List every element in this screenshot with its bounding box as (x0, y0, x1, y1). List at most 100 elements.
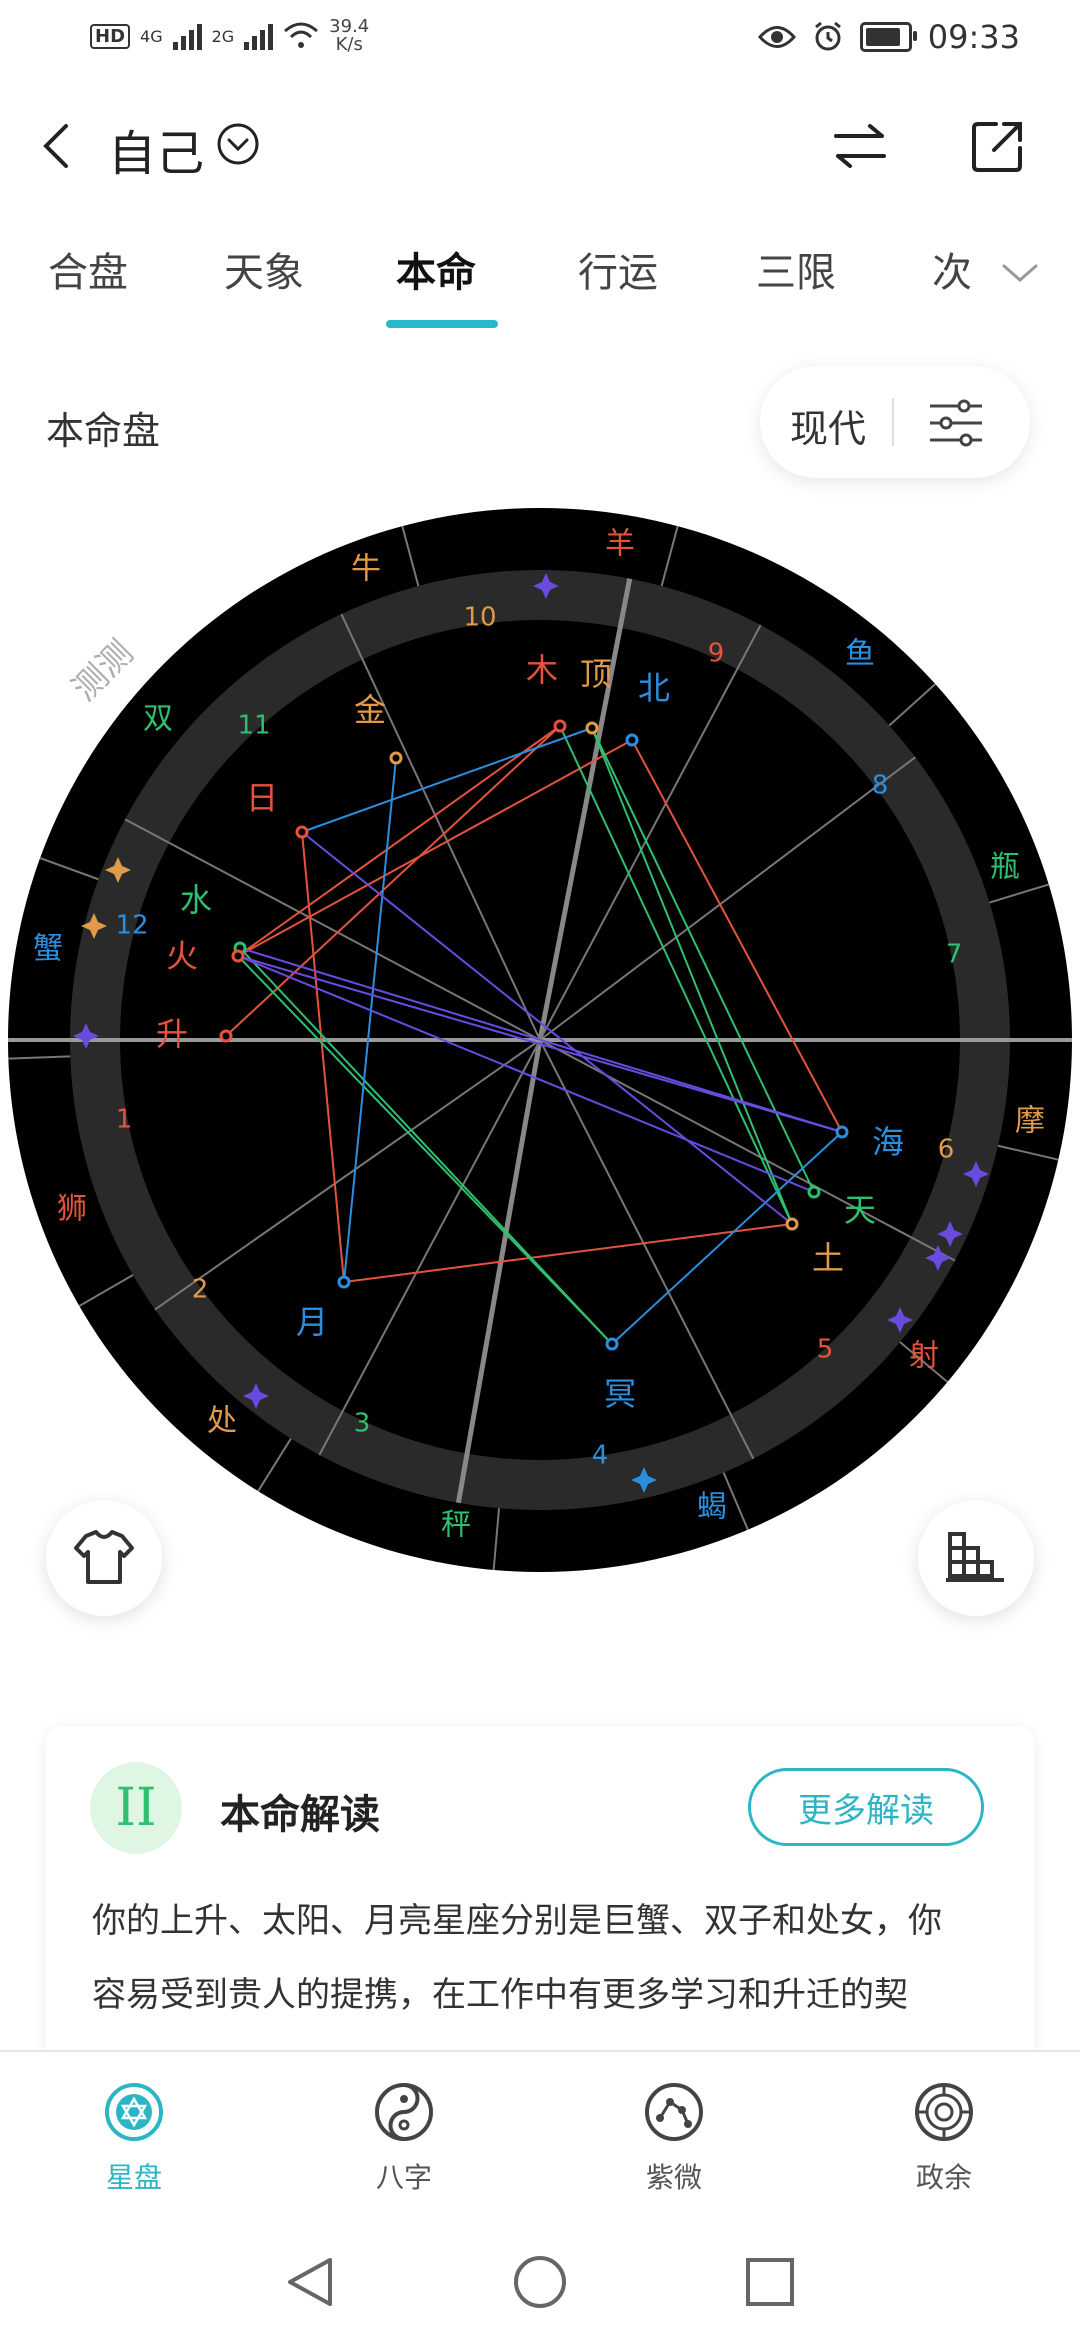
planet-marker (807, 1185, 821, 1199)
interpretation-line-2: 容易受到贵人的提携，在工作中有更多学习和升迁的契 (92, 1975, 908, 2015)
bottom-navigation: 星盘 八字 紫微 政余 (0, 2050, 1080, 2232)
planet-label: 土 (812, 1239, 844, 1277)
nav-bazi[interactable]: 八字 (334, 2082, 474, 2196)
divider (892, 398, 894, 446)
house-number: 6 (938, 1135, 955, 1165)
house-number: 8 (872, 771, 889, 801)
house-number: 4 (592, 1441, 609, 1471)
interpretation-line-1: 你的上升、太阳、月亮星座分别是巨蟹、双子和处女，你 (92, 1901, 942, 1941)
natal-chart-wheel[interactable]: 羊鱼瓶摩射蝎秤处狮蟹双牛123456789101112测测木顶北金日水火升海天土… (0, 500, 1080, 1580)
status-right: 09:33 (757, 18, 1020, 56)
hd-badge: HD (90, 23, 131, 49)
signal-icon (172, 22, 202, 50)
status-bar: HD 4G 2G 39.4 K/s 09:33 (0, 0, 1080, 80)
zodiac-sign-label: 鱼 (845, 637, 875, 672)
tab-ci[interactable]: 次 (932, 240, 972, 298)
house-number: 10 (463, 603, 496, 633)
system-home-icon[interactable] (514, 2256, 566, 2308)
zodiac-sign-label: 蟹 (33, 932, 63, 967)
planet-label: 月 (296, 1303, 328, 1341)
tab-hepan[interactable]: 合盘 (48, 240, 128, 298)
zodiac-sign-label: 羊 (605, 527, 635, 562)
house-number: 5 (817, 1335, 834, 1365)
yin-yang-icon (375, 2083, 433, 2141)
planet-marker (785, 1217, 799, 1231)
tab-tianxiang[interactable]: 天象 (224, 240, 304, 298)
planet-marker (625, 733, 639, 747)
settings-sliders-icon[interactable] (928, 398, 984, 448)
network-speed: 39.4 K/s (329, 18, 369, 54)
wifi-icon (284, 22, 319, 48)
alarm-icon (814, 21, 841, 51)
zodiac-sign-label: 蝎 (697, 1490, 727, 1525)
swap-icon[interactable] (830, 122, 890, 170)
share-icon[interactable] (968, 116, 1028, 176)
zodiac-sign-label: 摩 (1015, 1104, 1045, 1139)
planet-marker (295, 825, 309, 839)
nav-label-zhengyu: 政余 (915, 2161, 972, 2194)
nav-label-bazi: 八字 (375, 2161, 432, 2194)
planet-label: 木 (526, 651, 558, 689)
zodiac-sign-label: 处 (207, 1404, 237, 1439)
chevron-down-icon[interactable] (216, 122, 260, 166)
mode-label[interactable]: 现代 (790, 398, 866, 453)
planet-label: 金 (354, 691, 386, 729)
theme-button[interactable] (46, 1500, 162, 1616)
zodiac-sign-label: 双 (143, 702, 173, 737)
system-back-icon[interactable] (288, 2258, 332, 2306)
star-chart-icon (105, 2083, 163, 2141)
active-tab-indicator (386, 320, 498, 328)
tab-sanxian[interactable]: 三限 (756, 240, 836, 298)
signal-icon-2 (244, 22, 274, 50)
profile-title[interactable]: 自己 (108, 114, 204, 184)
planet-marker (389, 751, 403, 765)
planet-marker (231, 949, 245, 963)
house-number: 9 (708, 639, 725, 669)
system-recents-icon[interactable] (746, 2258, 794, 2306)
grid-steps-icon (946, 1532, 1004, 1582)
nav-label-star-chart: 星盘 (105, 2161, 162, 2194)
signal-label-2: 2G (211, 26, 235, 46)
planet-marker (219, 1029, 233, 1043)
system-navigation-bar (0, 2230, 1080, 2340)
zodiac-sign-label: 秤 (441, 1508, 471, 1543)
house-number: 3 (354, 1409, 371, 1439)
speed-unit: K/s (335, 34, 363, 55)
zodiac-sign-label: 狮 (57, 1192, 87, 1227)
nav-label-ziwei: 紫微 (645, 2161, 702, 2194)
section-title: 本命盘 (46, 409, 161, 453)
shirt-icon (74, 1530, 134, 1584)
house-number: 7 (946, 940, 963, 970)
more-interpretation-button[interactable]: 更多解读 (748, 1768, 984, 1846)
battery-icon (859, 22, 917, 52)
constellation-icon (645, 2083, 703, 2141)
planet-marker (337, 1275, 351, 1289)
tab-benming[interactable]: 本命 (396, 240, 476, 298)
nav-zhengyu[interactable]: 政余 (874, 2082, 1014, 2196)
nav-star-chart[interactable]: 星盘 (64, 2082, 204, 2196)
interpretation-text: 你的上升、太阳、月亮星座分别是巨蟹、双子和处女，你 容易受到贵人的提携，在工作中… (92, 1884, 992, 2032)
house-number: 12 (115, 911, 148, 941)
planet-label: 火 (166, 937, 198, 975)
zodiac-sign-label: 瓶 (990, 850, 1020, 885)
interpretation-card: II 本命解读 更多解读 你的上升、太阳、月亮星座分别是巨蟹、双子和处女，你 容… (46, 1726, 1034, 2066)
planet-label: 日 (246, 779, 278, 817)
planet-label: 升 (156, 1015, 188, 1053)
planet-marker (585, 721, 599, 735)
house-grid-button[interactable] (918, 1500, 1034, 1616)
gemini-sign-icon: II (90, 1762, 182, 1854)
back-icon[interactable] (36, 122, 80, 170)
mode-selector[interactable]: 现代 (760, 366, 1030, 478)
planet-marker (835, 1125, 849, 1139)
chart-tabs: 合盘 天象 本命 行运 三限 次 (0, 240, 1080, 340)
tabs-expand-icon[interactable] (1000, 258, 1040, 288)
house-number: 11 (237, 711, 270, 741)
signal-label-1: 4G (140, 26, 163, 46)
nav-ziwei[interactable]: 紫微 (604, 2082, 744, 2196)
zodiac-sign-label: 射 (909, 1339, 939, 1374)
tab-xingyun[interactable]: 行运 (578, 240, 658, 298)
planet-label: 冥 (604, 1375, 636, 1413)
planet-label: 海 (872, 1123, 904, 1161)
status-left: HD 4G 2G 39.4 K/s (90, 18, 369, 54)
eye-icon (757, 26, 796, 48)
